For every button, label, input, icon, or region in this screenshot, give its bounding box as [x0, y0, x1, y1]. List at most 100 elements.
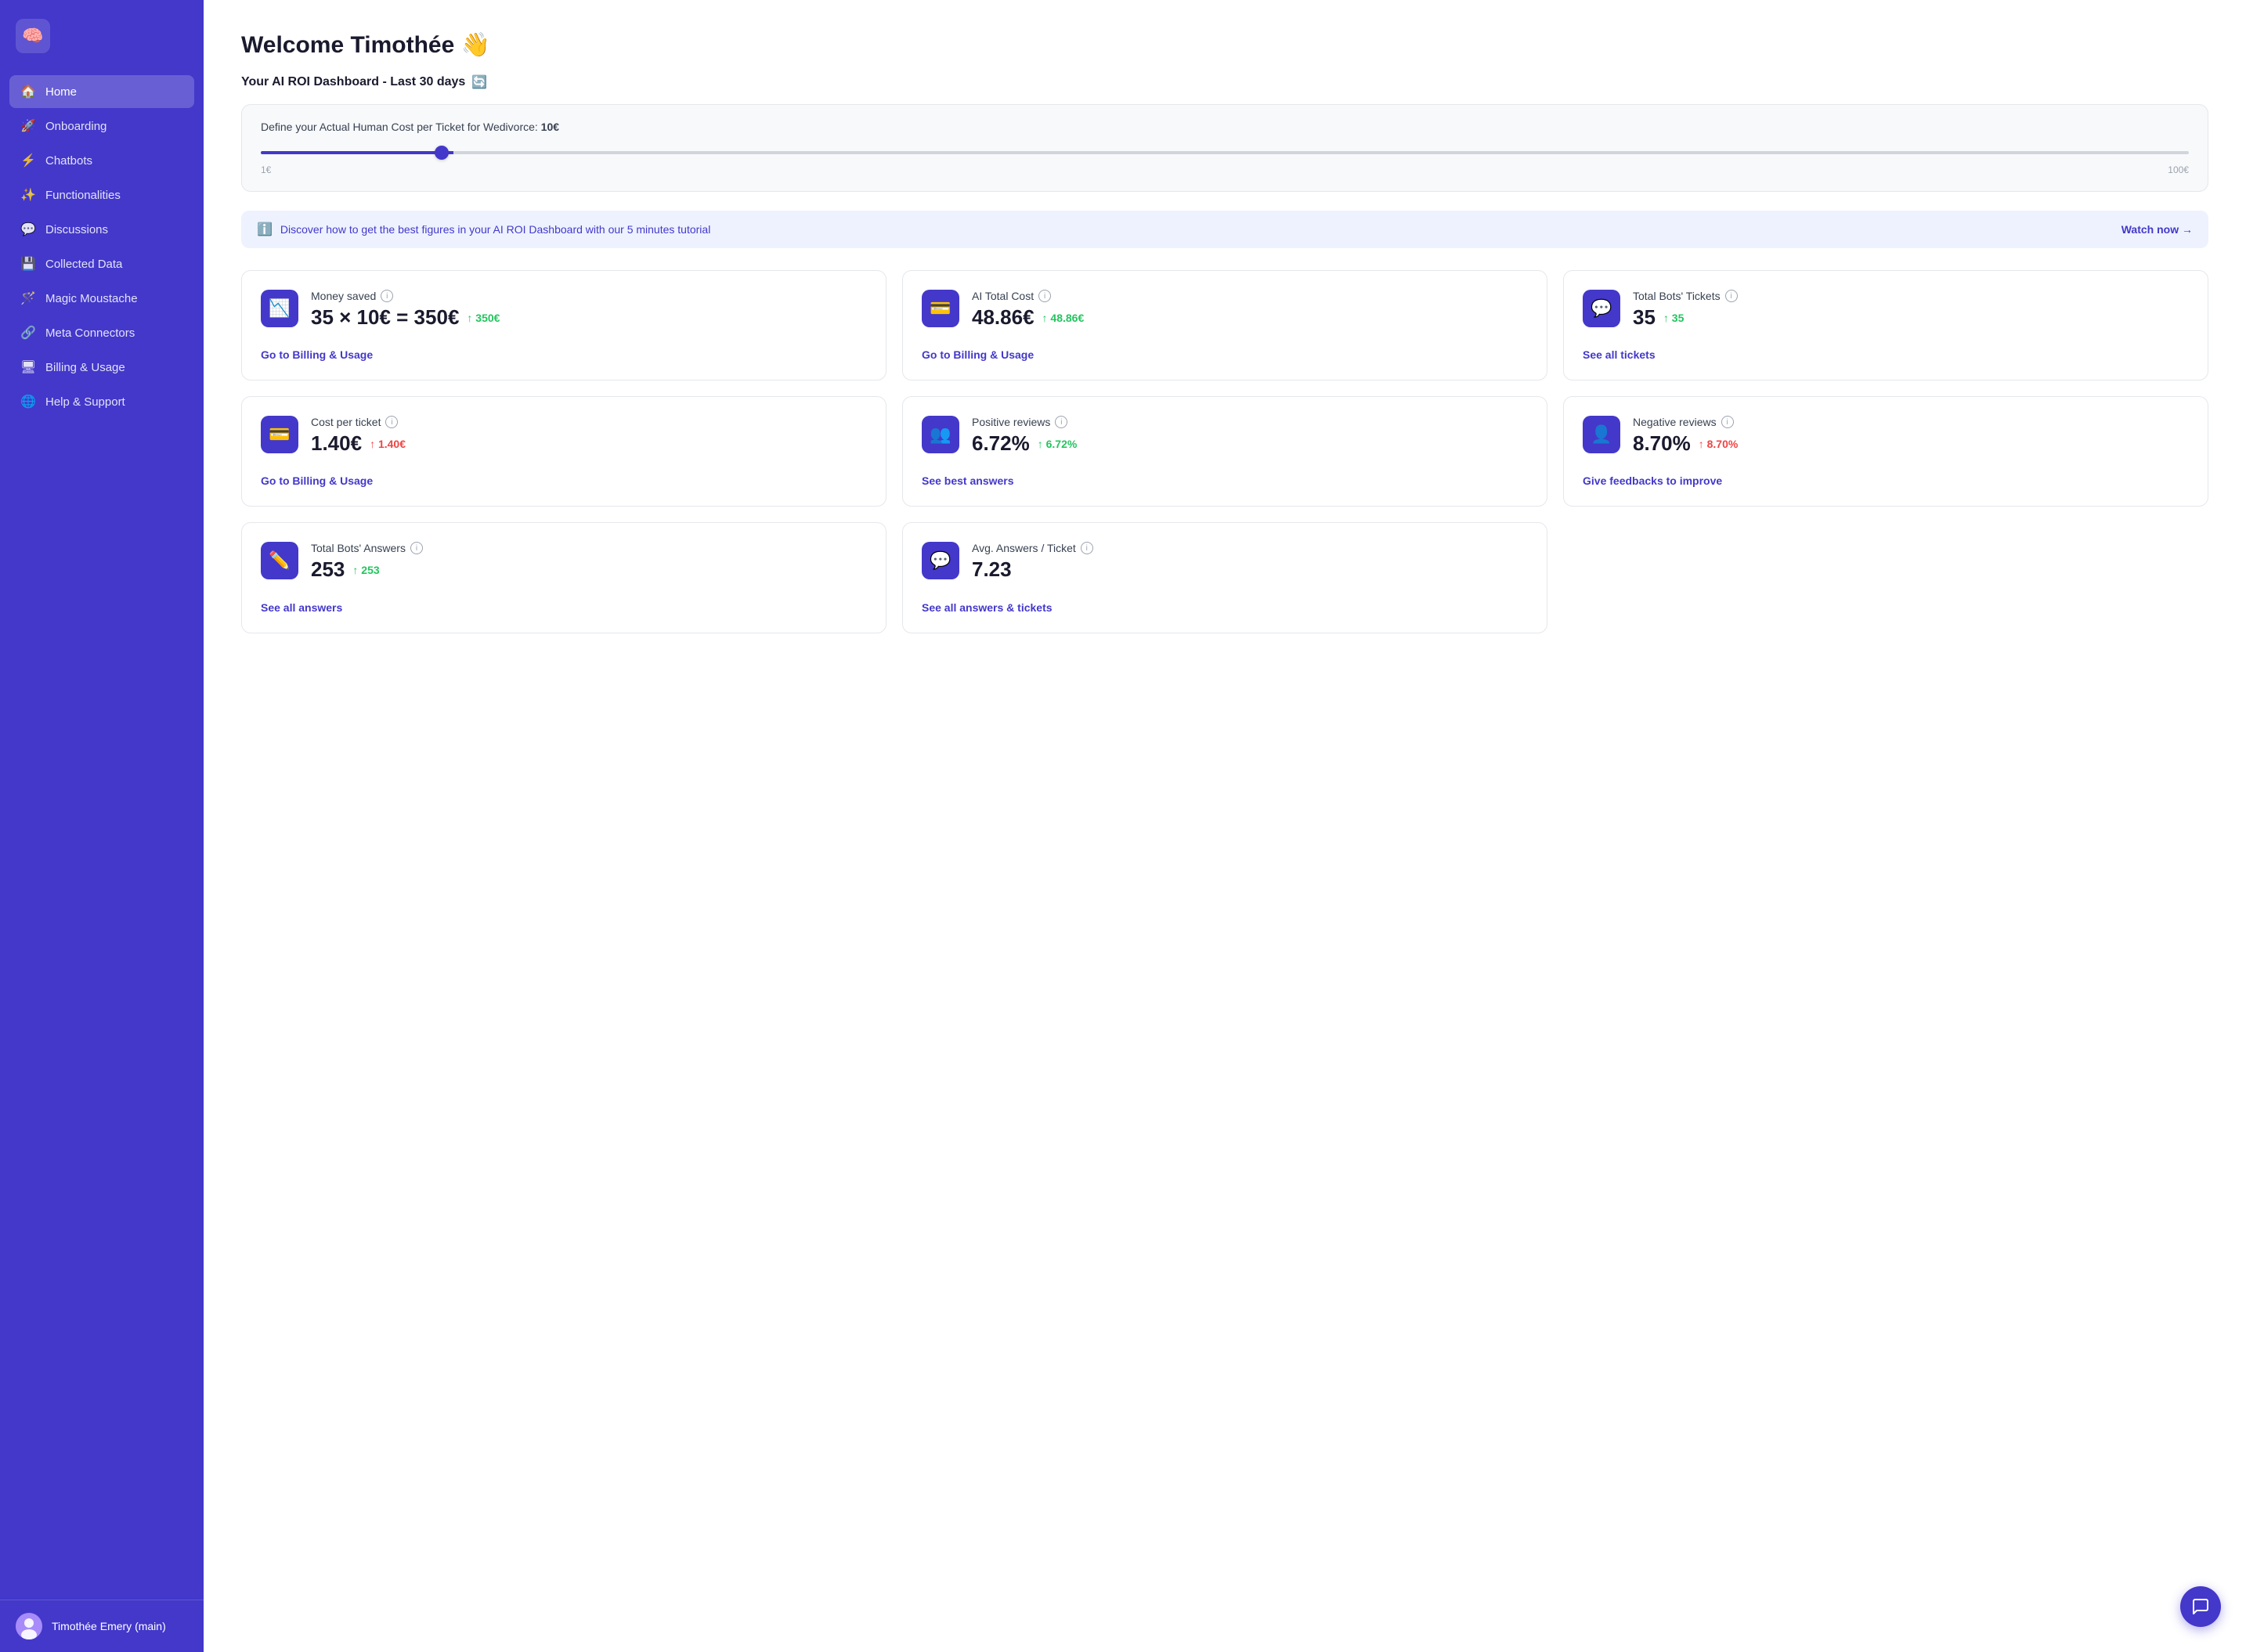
page-title: Welcome Timothée 👋 [241, 31, 2208, 59]
card-value-1: 48.86€ [972, 305, 1035, 330]
info-banner: ℹ️ Discover how to get the best figures … [241, 211, 2208, 248]
card-4: 👥 Positive reviews i 6.72% ↑ 6.72% See b… [902, 396, 1547, 507]
slider-minmax: 1€ 100€ [261, 164, 2189, 175]
card-value-row-3: 1.40€ ↑ 1.40€ [311, 431, 867, 456]
card-value-5: 8.70% [1633, 431, 1691, 456]
card-icon-0: 📉 [261, 290, 298, 327]
card-delta-5: ↑ 8.70% [1699, 438, 1739, 450]
card-title-row-0: Money saved i [311, 290, 867, 302]
sidebar-item-billing-usage[interactable]: 🖥 Billing & Usage [9, 351, 194, 384]
sidebar-item-meta-connectors[interactable]: 🔗 Meta Connectors [9, 316, 194, 349]
card-link-7[interactable]: See all answers & tickets [922, 598, 1528, 614]
card-value-2: 35 [1633, 305, 1656, 330]
card-link-5[interactable]: Give feedbacks to improve [1583, 471, 2189, 487]
nav-label-collected-data: Collected Data [45, 258, 122, 271]
card-info-icon-6[interactable]: i [410, 542, 423, 554]
nav-label-chatbots: Chatbots [45, 154, 92, 168]
card-3: 💳 Cost per ticket i 1.40€ ↑ 1.40€ Go to … [241, 396, 886, 507]
card-delta-1: ↑ 48.86€ [1042, 312, 1085, 324]
sidebar-item-magic-moustache[interactable]: 🪄 Magic Moustache [9, 282, 194, 315]
card-top-5: 👤 Negative reviews i 8.70% ↑ 8.70% [1583, 416, 2189, 456]
card-title-text-0: Money saved [311, 290, 376, 302]
card-icon-6: ✏️ [261, 542, 298, 579]
nav-label-functionalities: Functionalities [45, 189, 121, 202]
card-delta-3: ↑ 1.40€ [370, 438, 406, 450]
card-link-3[interactable]: Go to Billing & Usage [261, 471, 867, 487]
card-content-2: Total Bots' Tickets i 35 ↑ 35 [1633, 290, 2189, 330]
card-top-2: 💬 Total Bots' Tickets i 35 ↑ 35 [1583, 290, 2189, 330]
card-icon-3: 💳 [261, 416, 298, 453]
card-info-icon-1[interactable]: i [1038, 290, 1051, 302]
slider-section: Define your Actual Human Cost per Ticket… [241, 104, 2208, 192]
info-banner-text: ℹ️ Discover how to get the best figures … [257, 222, 710, 237]
card-info-icon-4[interactable]: i [1055, 416, 1067, 428]
card-content-1: AI Total Cost i 48.86€ ↑ 48.86€ [972, 290, 1528, 330]
card-title-text-1: AI Total Cost [972, 290, 1034, 302]
watch-now-link[interactable]: Watch now → [2121, 223, 2193, 236]
card-info-icon-3[interactable]: i [385, 416, 398, 428]
sidebar-footer: Timothée Emery (main) [0, 1600, 204, 1652]
card-icon-2: 💬 [1583, 290, 1620, 327]
card-value-3: 1.40€ [311, 431, 362, 456]
sidebar-item-chatbots[interactable]: ⚡ Chatbots [9, 144, 194, 177]
card-title-row-1: AI Total Cost i [972, 290, 1528, 302]
card-icon-4: 👥 [922, 416, 959, 453]
card-icon-5: 👤 [1583, 416, 1620, 453]
nav-icon-magic-moustache: 🪄 [20, 290, 36, 306]
nav-label-magic-moustache: Magic Moustache [45, 292, 138, 305]
nav-label-billing-usage: Billing & Usage [45, 361, 125, 374]
main-content: Welcome Timothée 👋 Your AI ROI Dashboard… [204, 0, 2246, 1652]
cost-slider[interactable] [261, 151, 2189, 154]
nav-icon-discussions: 💬 [20, 222, 36, 237]
card-value-row-5: 8.70% ↑ 8.70% [1633, 431, 2189, 456]
card-link-4[interactable]: See best answers [922, 471, 1528, 487]
card-content-0: Money saved i 35 × 10€ = 350€ ↑ 350€ [311, 290, 867, 330]
avatar [16, 1613, 42, 1639]
card-delta-6: ↑ 253 [352, 564, 379, 576]
card-delta-4: ↑ 6.72% [1038, 438, 1078, 450]
card-title-row-3: Cost per ticket i [311, 416, 867, 428]
card-0: 📉 Money saved i 35 × 10€ = 350€ ↑ 350€ G… [241, 270, 886, 381]
card-value-row-0: 35 × 10€ = 350€ ↑ 350€ [311, 305, 867, 330]
card-top-7: 💬 Avg. Answers / Ticket i 7.23 [922, 542, 1528, 582]
card-link-0[interactable]: Go to Billing & Usage [261, 345, 867, 361]
card-info-icon-0[interactable]: i [381, 290, 393, 302]
sidebar-item-help-support[interactable]: 🌐 Help & Support [9, 385, 194, 418]
card-value-0: 35 × 10€ = 350€ [311, 305, 459, 330]
sidebar-item-functionalities[interactable]: ✨ Functionalities [9, 179, 194, 211]
sidebar-item-home[interactable]: 🏠 Home [9, 75, 194, 108]
card-link-2[interactable]: See all tickets [1583, 345, 2189, 361]
card-content-5: Negative reviews i 8.70% ↑ 8.70% [1633, 416, 2189, 456]
card-top-4: 👥 Positive reviews i 6.72% ↑ 6.72% [922, 416, 1528, 456]
card-link-6[interactable]: See all answers [261, 598, 867, 614]
card-7: 💬 Avg. Answers / Ticket i 7.23 See all a… [902, 522, 1547, 633]
sidebar-item-discussions[interactable]: 💬 Discussions [9, 213, 194, 246]
card-top-1: 💳 AI Total Cost i 48.86€ ↑ 48.86€ [922, 290, 1528, 330]
sidebar-item-collected-data[interactable]: 💾 Collected Data [9, 247, 194, 280]
nav-label-meta-connectors: Meta Connectors [45, 326, 135, 340]
nav-icon-onboarding: 🚀 [20, 118, 36, 134]
card-title-row-5: Negative reviews i [1633, 416, 2189, 428]
refresh-icon[interactable]: 🔄 [471, 74, 487, 90]
dashboard-subtitle: Your AI ROI Dashboard - Last 30 days 🔄 [241, 74, 2208, 90]
chat-fab-button[interactable] [2180, 1586, 2221, 1627]
nav-label-onboarding: Onboarding [45, 120, 107, 133]
card-top-0: 📉 Money saved i 35 × 10€ = 350€ ↑ 350€ [261, 290, 867, 330]
card-info-icon-2[interactable]: i [1725, 290, 1738, 302]
card-content-3: Cost per ticket i 1.40€ ↑ 1.40€ [311, 416, 867, 456]
nav-icon-home: 🏠 [20, 84, 36, 99]
card-info-icon-5[interactable]: i [1721, 416, 1734, 428]
nav-label-help-support: Help & Support [45, 395, 125, 409]
nav-icon-meta-connectors: 🔗 [20, 325, 36, 341]
card-value-7: 7.23 [972, 557, 1012, 582]
card-link-1[interactable]: Go to Billing & Usage [922, 345, 1528, 361]
card-title-text-5: Negative reviews [1633, 416, 1717, 428]
card-value-row-4: 6.72% ↑ 6.72% [972, 431, 1528, 456]
card-value-4: 6.72% [972, 431, 1030, 456]
nav-label-discussions: Discussions [45, 223, 108, 236]
card-info-icon-7[interactable]: i [1081, 542, 1093, 554]
nav-icon-collected-data: 💾 [20, 256, 36, 272]
info-icon: ℹ️ [257, 222, 273, 237]
slider-min: 1€ [261, 164, 271, 175]
sidebar-item-onboarding[interactable]: 🚀 Onboarding [9, 110, 194, 142]
